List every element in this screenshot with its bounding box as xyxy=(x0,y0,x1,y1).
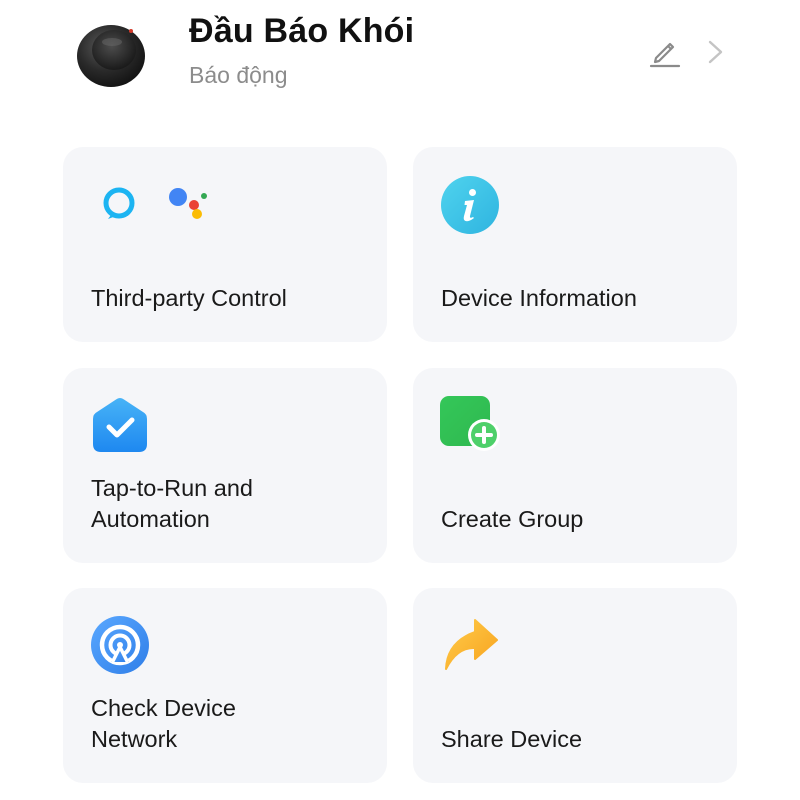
third-party-control-card[interactable]: Third-party Control xyxy=(63,147,387,342)
chevron-right-icon[interactable] xyxy=(704,36,728,68)
share-device-label: Share Device xyxy=(441,726,583,752)
google-assistant-icon xyxy=(169,188,207,219)
create-group-icon xyxy=(440,396,500,451)
device-title: Đầu Báo Khói xyxy=(189,12,415,50)
device-status: Báo động xyxy=(189,62,288,88)
automation-check-icon xyxy=(93,398,147,452)
tap-to-run-automation-label: Tap-to-Run and Automation xyxy=(91,475,253,532)
check-device-network-label: Check Device Network xyxy=(91,695,236,752)
info-icon xyxy=(441,176,499,234)
check-device-network-card[interactable]: Check Device Network xyxy=(63,588,387,783)
device-header: Đầu Báo Khói Báo động xyxy=(0,0,800,110)
edit-icon[interactable] xyxy=(646,34,682,70)
share-device-card[interactable]: Share Device xyxy=(413,588,737,783)
device-information-card[interactable]: Device Information xyxy=(413,147,737,342)
share-arrow-icon xyxy=(445,619,498,670)
device-settings-page: Đầu Báo Khói Báo động Third-party Contro… xyxy=(0,0,800,800)
third-party-control-label: Third-party Control xyxy=(91,285,287,311)
device-information-label: Device Information xyxy=(441,285,637,311)
smoke-detector-device-icon xyxy=(77,25,145,87)
alexa-icon xyxy=(103,187,135,219)
network-signal-icon xyxy=(91,616,149,674)
create-group-label: Create Group xyxy=(441,506,584,532)
create-group-card[interactable]: Create Group xyxy=(413,368,737,563)
tap-to-run-automation-card[interactable]: Tap-to-Run and Automation xyxy=(63,368,387,563)
